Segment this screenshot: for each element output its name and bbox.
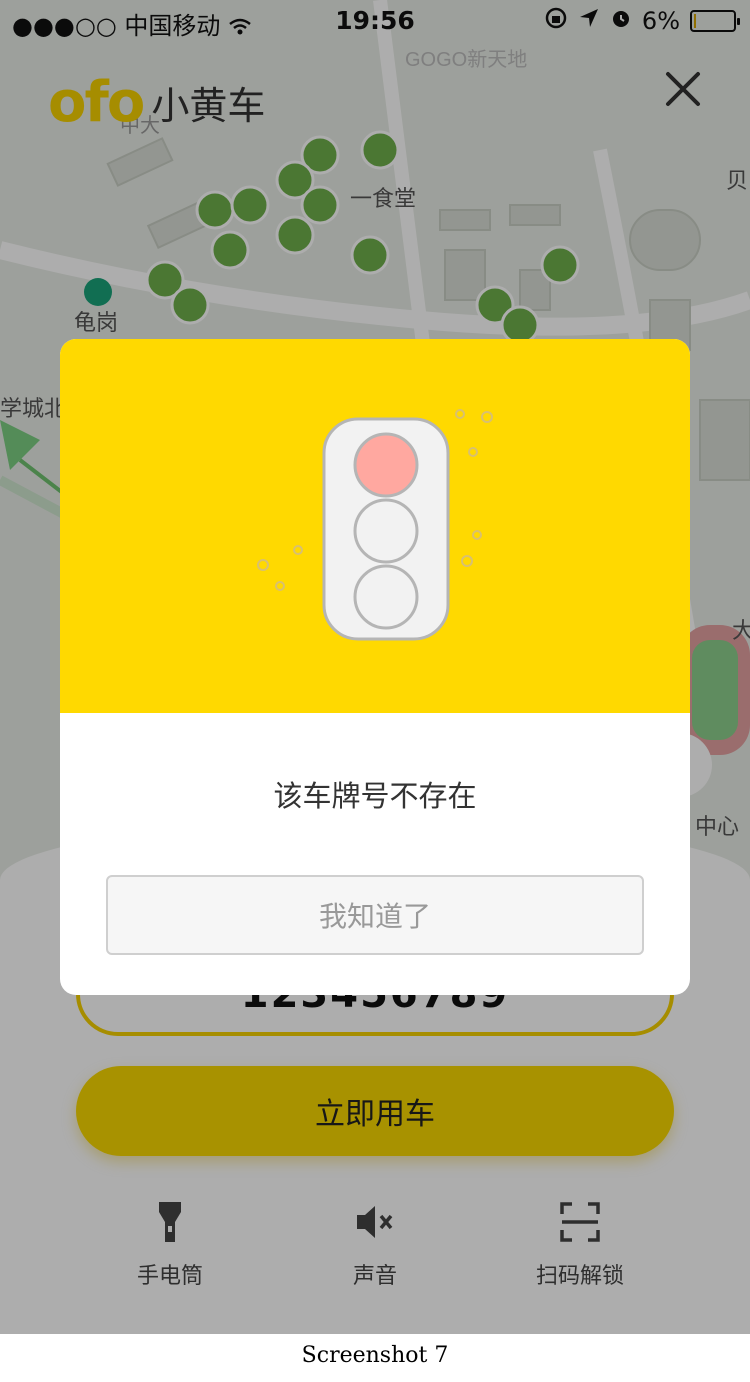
error-dialog: 该车牌号不存在 我知道了: [60, 339, 690, 995]
app-screen: GOGO新天地 中大 一食堂 龟岗 学城北 贝 大 中心 ●●●○○ 中国移动 …: [0, 0, 750, 1334]
acknowledge-button[interactable]: 我知道了: [106, 875, 644, 955]
dialog-header: [60, 339, 690, 713]
dialog-message: 该车牌号不存在: [273, 779, 477, 813]
traffic-light-icon: [257, 409, 493, 641]
screenshot-caption: Screenshot 7: [301, 1343, 449, 1368]
